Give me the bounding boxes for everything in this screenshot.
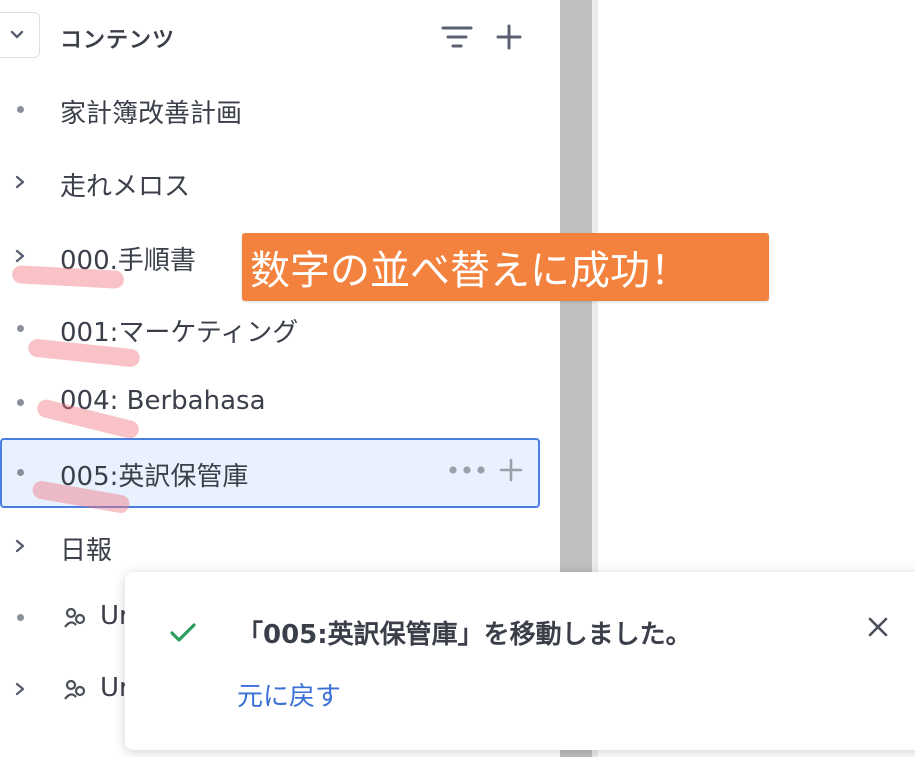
annotation-callout: 数字の並べ替えに成功！: [242, 233, 769, 301]
tree-item[interactable]: 家計簿改善計画: [0, 75, 540, 145]
sidebar-header: コンテンツ: [0, 12, 560, 60]
chevron-right-icon[interactable]: [8, 170, 32, 194]
callout-text: 数字の並べ替えに成功！: [250, 248, 690, 294]
tree-item[interactable]: 走れメロス: [0, 148, 540, 218]
chevron-right-icon[interactable]: [8, 677, 32, 701]
chevron-right-icon[interactable]: [8, 244, 32, 268]
undo-link[interactable]: 元に戻す: [237, 676, 341, 713]
tree-item[interactable]: 004: Berbahasa: [0, 368, 540, 438]
bullet-icon: [8, 97, 32, 121]
more-icon[interactable]: [448, 465, 486, 475]
bullet-icon: [8, 460, 32, 484]
people-icon: [64, 679, 86, 700]
add-content-button[interactable]: [492, 20, 526, 54]
filter-icon: [441, 26, 473, 48]
tree-item-label: 005:英訳保管庫: [60, 462, 249, 492]
plus-icon[interactable]: [498, 457, 524, 483]
toast-message: 「005:英訳保管庫」を移動しました。: [237, 620, 692, 650]
row-actions: [448, 457, 524, 483]
tree-item-label: 家計簿改善計画: [60, 99, 243, 129]
bullet-icon: [8, 390, 32, 414]
bullet-icon: [8, 605, 32, 629]
chevron-right-icon[interactable]: [8, 534, 32, 558]
filter-button[interactable]: [440, 20, 474, 54]
chevron-down-icon: [10, 30, 24, 39]
plus-icon: [496, 24, 522, 50]
tree-item-label: 001:マーケティング: [60, 318, 299, 348]
toast-notification: 「005:英訳保管庫」を移動しました。 元に戻す: [125, 572, 915, 750]
close-icon[interactable]: [863, 612, 893, 642]
collapse-button[interactable]: [0, 12, 40, 58]
sidebar-title: コンテンツ: [60, 28, 176, 53]
tree-item-label: 走れメロス: [60, 172, 191, 202]
bullet-icon: [8, 316, 32, 340]
check-icon: [170, 623, 196, 642]
tree-item-label: 日報: [60, 536, 113, 566]
people-icon: [64, 607, 86, 628]
